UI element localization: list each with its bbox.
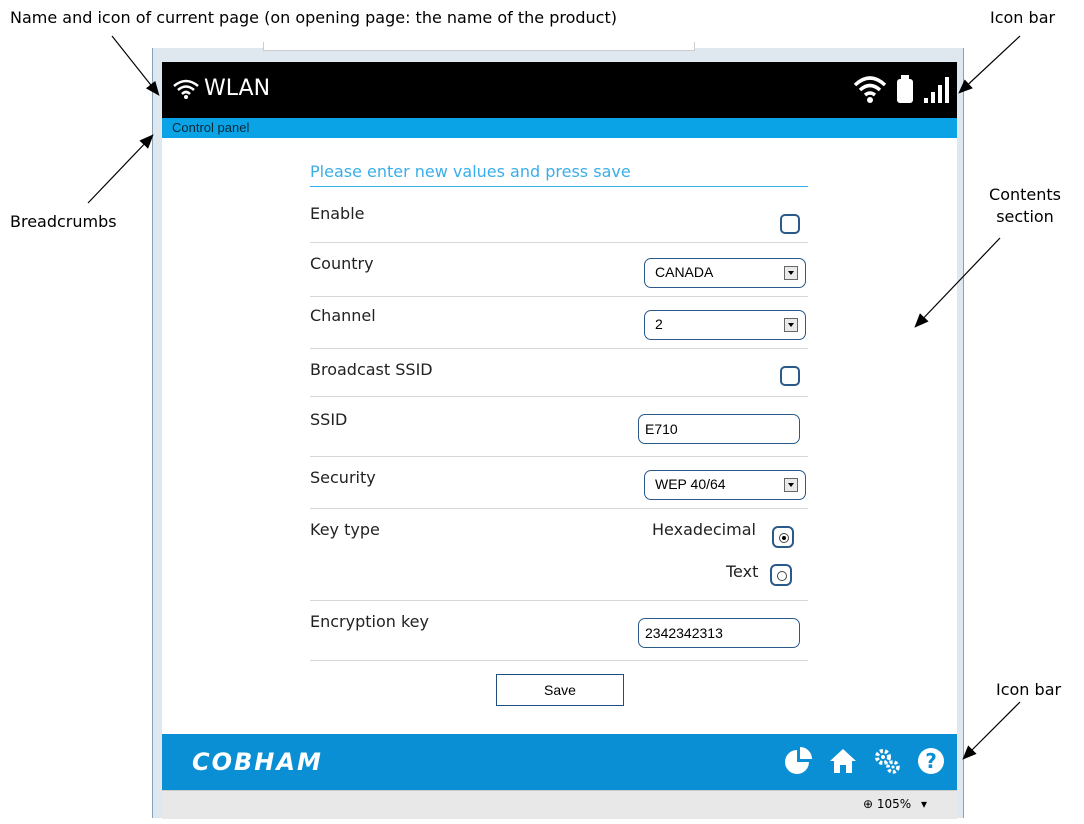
annotation-arrows [87, 35, 1021, 760]
